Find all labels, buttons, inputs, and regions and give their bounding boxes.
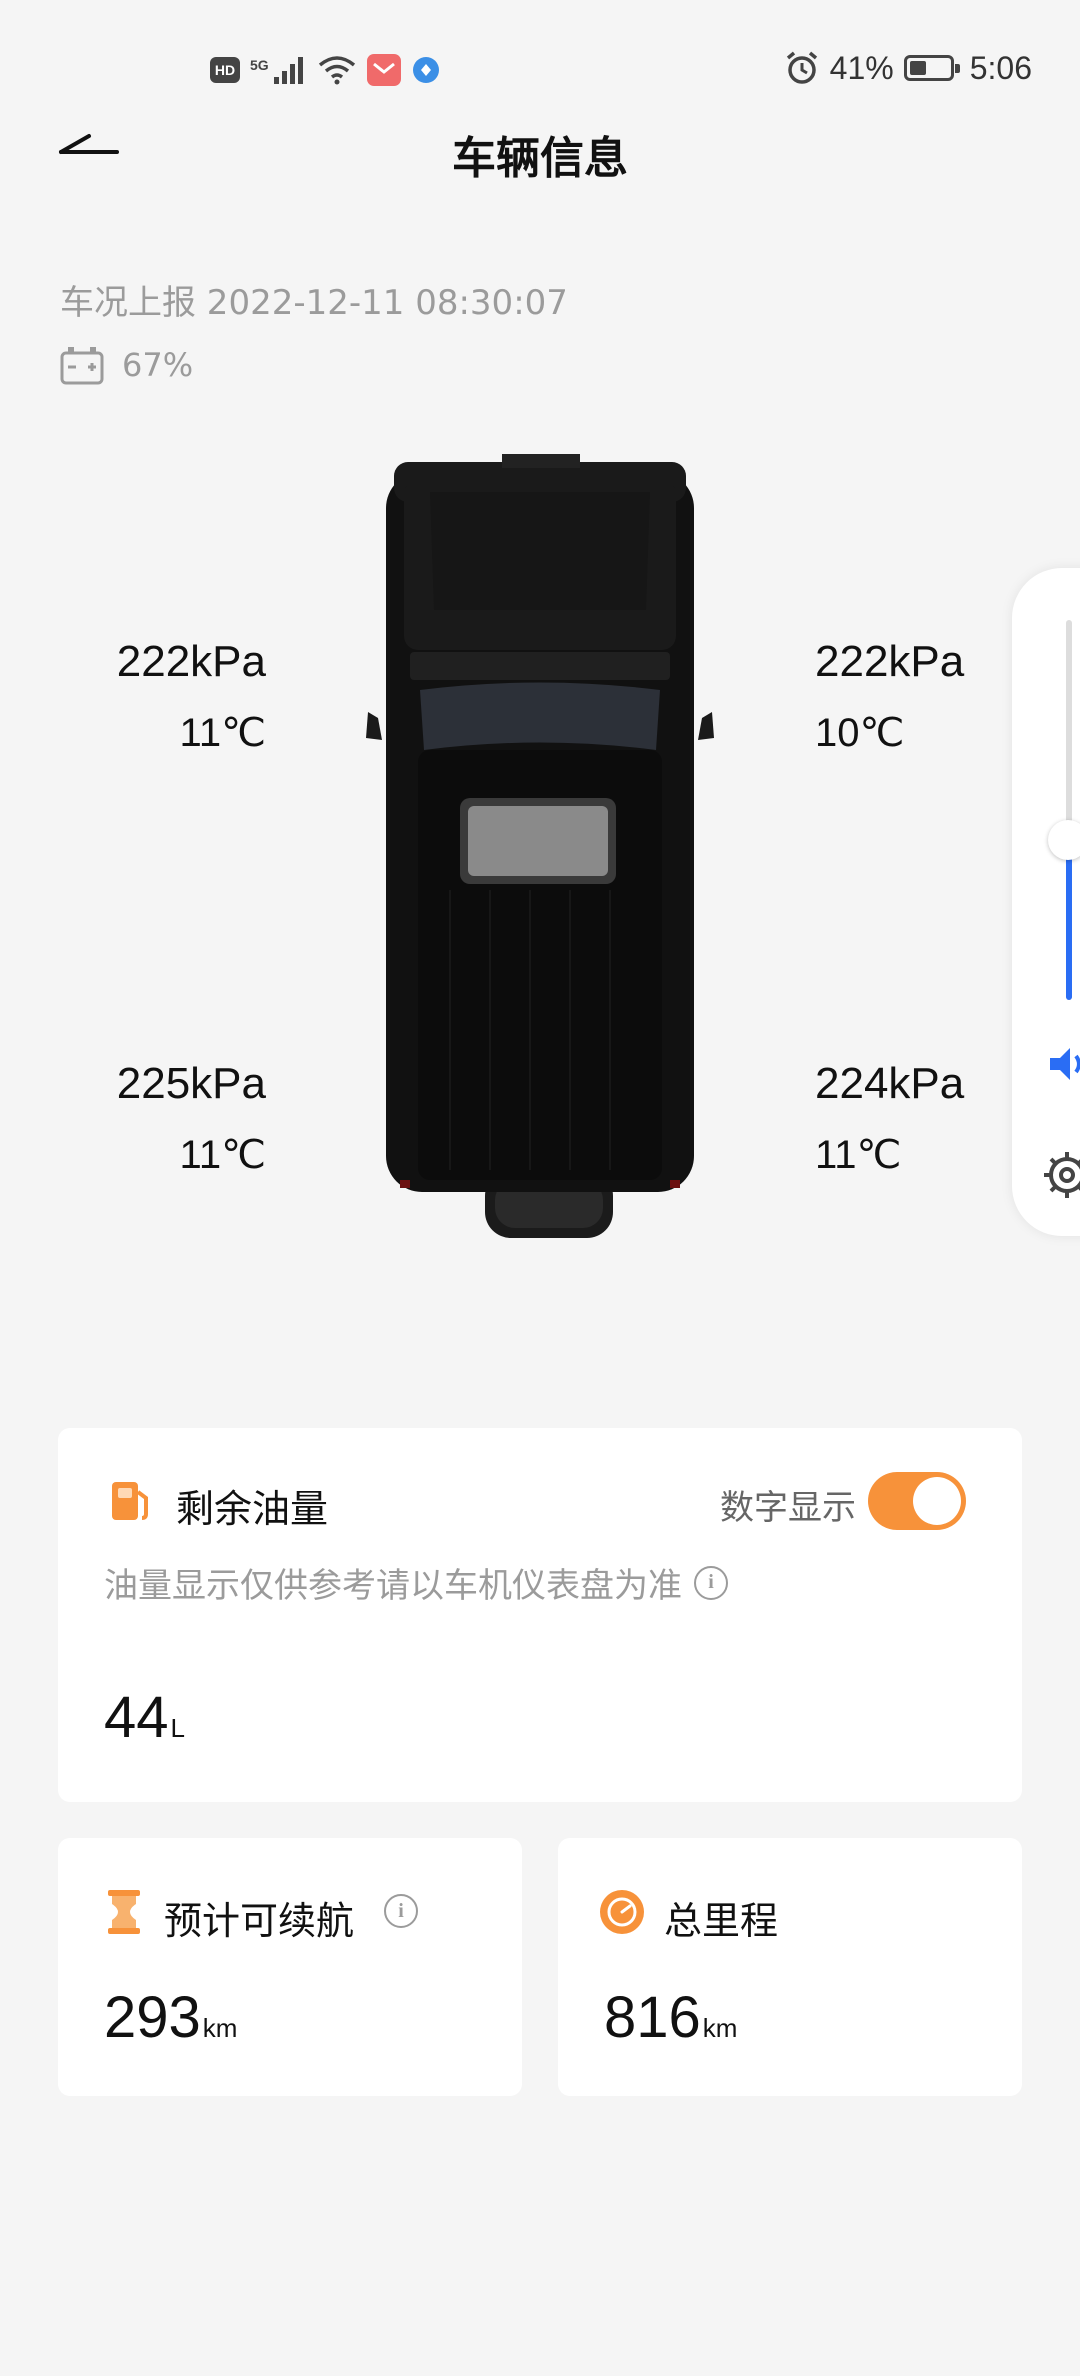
- tire-front-right: 222kPa 10℃: [815, 636, 975, 758]
- volume-slider-fill: [1066, 840, 1072, 1000]
- fuel-pump-icon: [112, 1482, 148, 1520]
- range-card: 预计可续航 i 293 km: [58, 1838, 522, 2096]
- hourglass-icon: [108, 1890, 140, 1934]
- odometer-value-unit: km: [702, 2013, 738, 2043]
- hd-icon: HD: [210, 57, 240, 83]
- status-bar-right: 41% 5:06: [784, 48, 1032, 88]
- fuel-title: 剩余油量: [176, 1487, 329, 1531]
- tire-temp-text: 11℃: [179, 1133, 266, 1177]
- digital-display-toggle[interactable]: [868, 1472, 966, 1530]
- odometer-value-number: 816: [604, 1985, 701, 2050]
- car-battery-icon: [60, 347, 104, 385]
- digital-display-label: 数字显示: [720, 1488, 856, 1528]
- mail-app-icon: [366, 54, 401, 86]
- tire-front-left: 222kPa 11℃: [110, 636, 266, 758]
- tire-pressure-text: 222kPa: [815, 637, 965, 686]
- range-value-unit: km: [202, 2013, 238, 2043]
- battery-level-fill: [909, 61, 926, 75]
- vehicle-battery-row: 67%: [60, 345, 193, 385]
- fuel-note: 油量显示仅供参考请以车机仪表盘为准 i: [104, 1558, 728, 1607]
- clock-text: 5:06: [969, 49, 1032, 86]
- volume-slider-thumb[interactable]: [1048, 820, 1080, 860]
- tire-temp-text: 11℃: [815, 1133, 902, 1177]
- settings-gear-icon[interactable]: [1042, 1150, 1080, 1200]
- battery-percent-text: 41%: [829, 49, 894, 86]
- battery-icon: [903, 55, 960, 81]
- fuel-value: 44 L: [104, 1684, 185, 1751]
- network-type-label: 5G: [250, 57, 269, 73]
- range-value: 293 km: [104, 1984, 237, 2051]
- alarm-icon: [786, 51, 817, 84]
- volume-icon[interactable]: [1048, 1044, 1080, 1084]
- odometer-card: 总里程 816 km: [558, 1838, 1022, 2096]
- info-icon[interactable]: i: [384, 1894, 418, 1928]
- tire-temp-text: 10℃: [815, 711, 905, 755]
- tire-pressure-text: 225kPa: [116, 1059, 266, 1108]
- cellular-signal-icon: [273, 57, 303, 84]
- tire-rear-left: 225kPa 11℃: [110, 1058, 266, 1180]
- browser-app-icon: [412, 57, 439, 83]
- odometer-title: 总里程: [664, 1899, 779, 1943]
- vehicle-top-view-image: [366, 454, 714, 1238]
- floating-volume-panel: [1012, 568, 1080, 1236]
- toggle-knob: [913, 1477, 961, 1525]
- tire-pressure-text: 224kPa: [815, 1059, 965, 1108]
- wifi-icon: [318, 56, 355, 85]
- info-icon[interactable]: i: [694, 1565, 728, 1600]
- fuel-value-unit: L: [170, 1713, 185, 1743]
- fuel-note-text: 油量显示仅供参考请以车机仪表盘为准: [104, 1566, 682, 1606]
- tire-temp-text: 11℃: [179, 711, 266, 755]
- range-value-number: 293: [104, 1985, 201, 2050]
- range-title: 预计可续航: [164, 1899, 355, 1943]
- fuel-value-number: 44: [104, 1685, 169, 1750]
- odometer-value: 816 km: [604, 1984, 737, 2051]
- tire-rear-right: 224kPa 11℃: [815, 1058, 975, 1180]
- report-time-text: 车况上报 2022-12-11 08:30:07: [60, 283, 568, 323]
- page-title: 车辆信息: [452, 133, 628, 184]
- tire-pressure-text: 222kPa: [116, 637, 266, 686]
- fuel-card: 剩余油量 数字显示 油量显示仅供参考请以车机仪表盘为准 i 44 L: [58, 1428, 1022, 1802]
- odometer-icon: [600, 1890, 644, 1934]
- status-bar-left: HD 5G: [210, 50, 441, 90]
- vehicle-battery-percent: 67%: [122, 346, 194, 384]
